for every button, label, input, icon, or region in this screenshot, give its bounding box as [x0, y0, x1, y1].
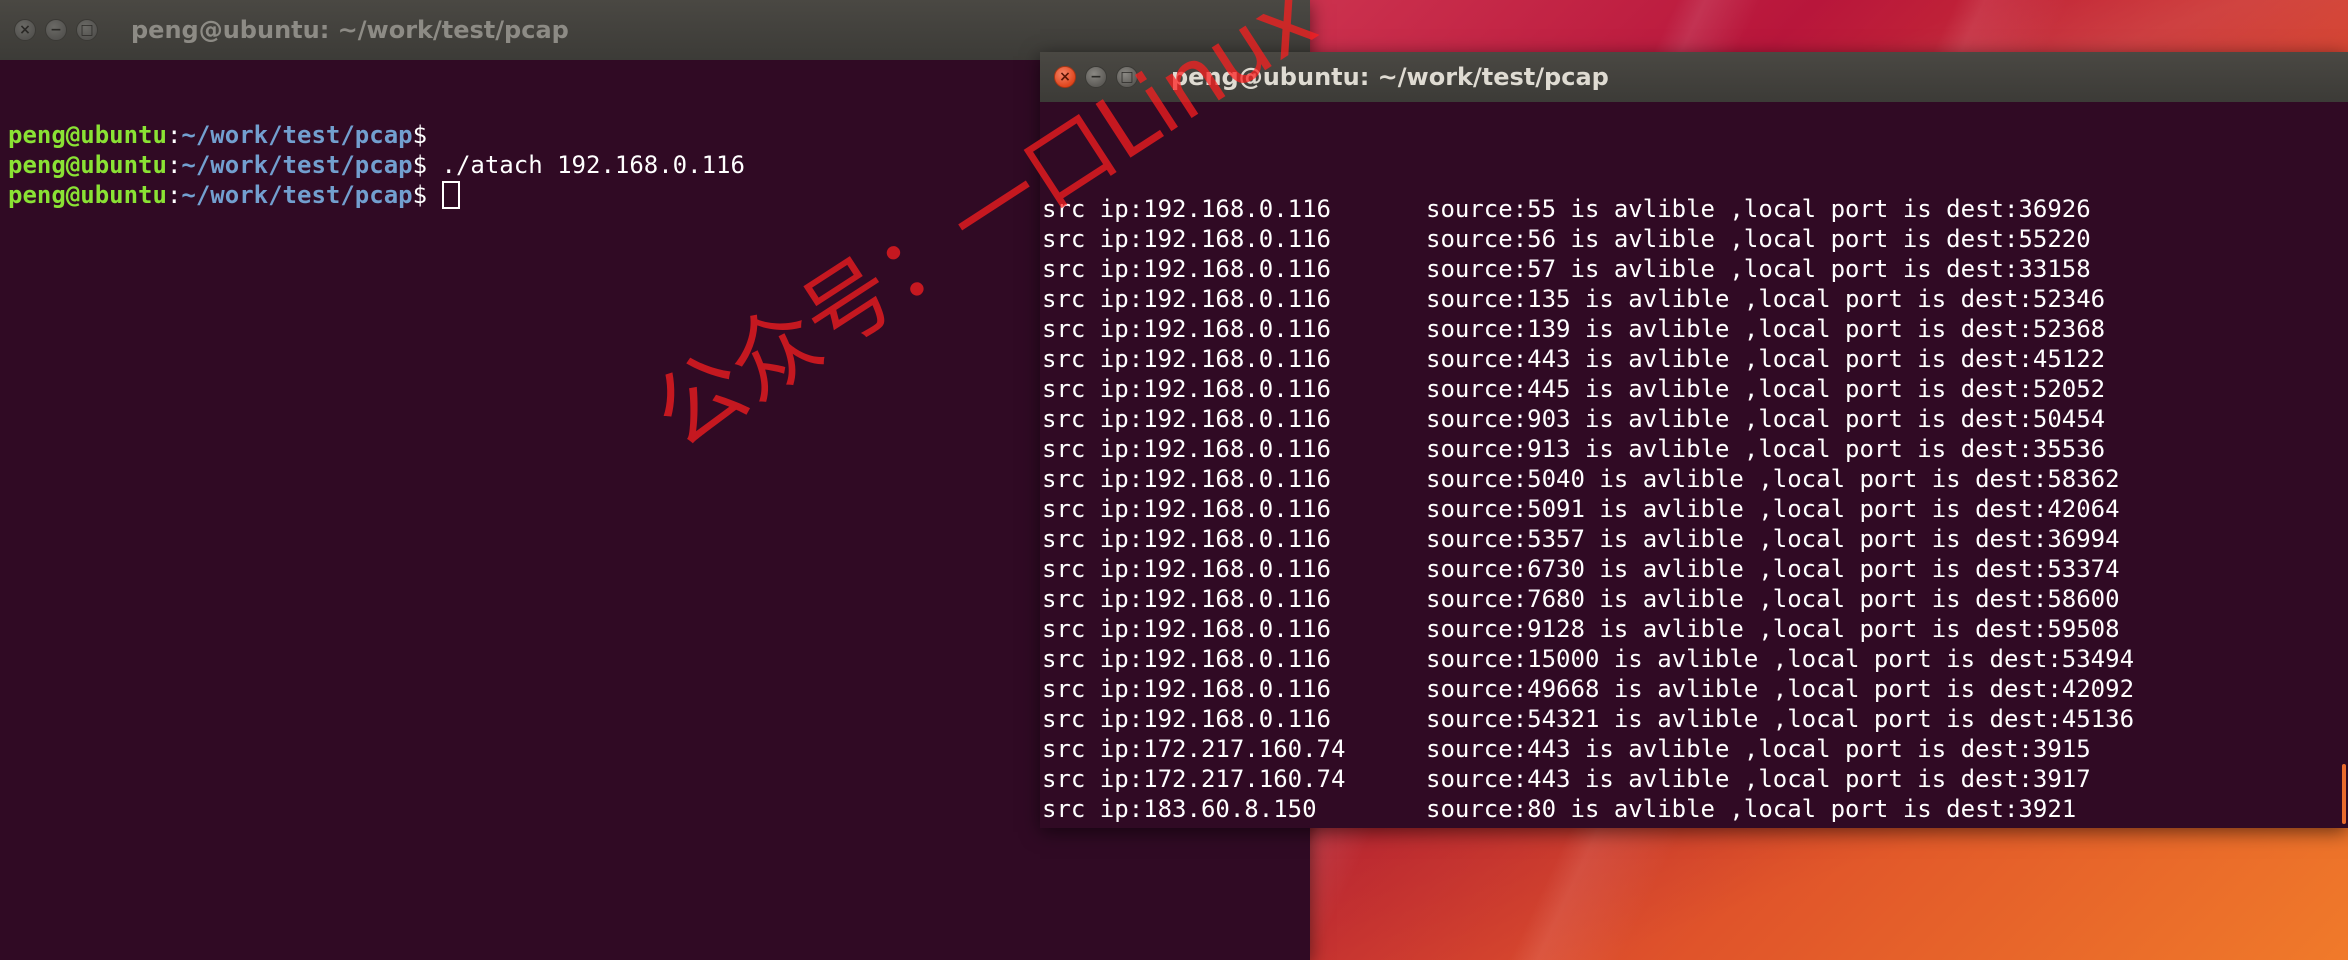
source-ip: src ip:192.168.0.116	[1042, 285, 1331, 313]
port-info: source:445 is avlible ,local port is des…	[1426, 375, 2106, 403]
window-title: peng@ubuntu: ~/work/test/pcap	[131, 16, 569, 44]
right-terminal-window[interactable]: × − □ peng@ubuntu: ~/work/test/pcap src …	[1040, 52, 2348, 828]
prompt-separator: :	[166, 121, 182, 149]
output-line: src ip:192.168.0.116 source:49668 is avli…	[1042, 674, 2348, 704]
source-ip: src ip:192.168.0.116	[1042, 705, 1331, 733]
port-info: source:913 is avlible ,local port is des…	[1426, 435, 2106, 463]
source-ip: src ip:192.168.0.116	[1042, 225, 1331, 253]
source-ip: src ip:192.168.0.116	[1042, 525, 1331, 553]
output-line: src ip:42.187.182.123source:80 is avlibl…	[1042, 824, 2348, 828]
port-info: source:9128 is avlible ,local port is de…	[1426, 615, 2120, 643]
output-line: src ip:172.217.160.74 source:443 is avlib…	[1042, 764, 2348, 794]
port-info: source:5091 is avlible ,local port is de…	[1426, 495, 2120, 523]
output-line: src ip:192.168.0.116 source:6730 is avlib…	[1042, 554, 2348, 584]
port-info: source:80 is avlible ,local port is dest…	[1426, 824, 2076, 828]
right-terminal-titlebar[interactable]: × − □ peng@ubuntu: ~/work/test/pcap	[1040, 52, 2348, 102]
port-info: source:443 is avlible ,local port is des…	[1426, 765, 2091, 793]
output-line: src ip:192.168.0.116 source:56 is avlible…	[1042, 224, 2348, 254]
window-title: peng@ubuntu: ~/work/test/pcap	[1171, 63, 1609, 91]
source-ip: src ip:192.168.0.116	[1042, 375, 1331, 403]
output-line: src ip:172.217.160.74 source:443 is avlib…	[1042, 734, 2348, 764]
output-line: src ip:192.168.0.116 source:7680 is avlib…	[1042, 584, 2348, 614]
source-ip: src ip:42.187.182.123	[1042, 824, 1426, 828]
source-ip: src ip:172.217.160.74	[1042, 765, 1346, 793]
scrollbar[interactable]	[2342, 764, 2346, 824]
port-info: source:139 is avlible ,local port is des…	[1426, 315, 2106, 343]
maximize-icon[interactable]: □	[76, 19, 98, 41]
output-line: src ip:192.168.0.116 source:9128 is avlib…	[1042, 614, 2348, 644]
port-info: source:54321 is avlible ,local port is d…	[1426, 705, 2135, 733]
source-ip: src ip:192.168.0.116	[1042, 465, 1331, 493]
left-terminal-titlebar[interactable]: × − □ peng@ubuntu: ~/work/test/pcap	[0, 0, 1310, 60]
output-line: src ip:192.168.0.116 source:5357 is avlib…	[1042, 524, 2348, 554]
source-ip: src ip:192.168.0.116	[1042, 555, 1331, 583]
prompt-symbol: $	[412, 121, 428, 149]
output-line: src ip:192.168.0.116 source:57 is avlible…	[1042, 254, 2348, 284]
prompt-symbol: $	[412, 181, 428, 209]
close-icon[interactable]: ×	[1054, 66, 1076, 88]
output-line: src ip:192.168.0.116 source:5040 is avlib…	[1042, 464, 2348, 494]
output-line: src ip:192.168.0.116 source:54321 is avli…	[1042, 704, 2348, 734]
prompt-user: peng@ubuntu	[8, 151, 167, 179]
minimize-icon[interactable]: −	[1085, 66, 1107, 88]
port-info: source:57 is avlible ,local port is dest…	[1426, 255, 2091, 283]
port-info: source:15000 is avlible ,local port is d…	[1426, 645, 2135, 673]
output-line: src ip:192.168.0.116 source:15000 is avli…	[1042, 644, 2348, 674]
output-line: src ip:192.168.0.116 source:445 is avlibl…	[1042, 374, 2348, 404]
text-cursor	[441, 181, 460, 209]
port-info: source:443 is avlible ,local port is des…	[1426, 735, 2091, 763]
source-ip: src ip:183.60.8.150	[1042, 795, 1317, 823]
port-info: source:5357 is avlible ,local port is de…	[1426, 525, 2120, 553]
output-line: src ip:192.168.0.116 source:55 is avlible…	[1042, 194, 2348, 224]
port-info: source:443 is avlible ,local port is des…	[1426, 345, 2106, 373]
port-info: source:5040 is avlible ,local port is de…	[1426, 465, 2120, 493]
port-info: source:55 is avlible ,local port is dest…	[1426, 195, 2091, 223]
prompt-path: ~/work/test/pcap	[181, 121, 413, 149]
prompt-path: ~/work/test/pcap	[181, 181, 413, 209]
output-line: src ip:192.168.0.116 source:443 is avlibl…	[1042, 344, 2348, 374]
source-ip: src ip:192.168.0.116	[1042, 195, 1331, 223]
output-line: src ip:192.168.0.116 source:5091 is avlib…	[1042, 494, 2348, 524]
right-terminal-output[interactable]: src ip:192.168.0.116 source:55 is avlible…	[1040, 134, 2348, 828]
command-text	[427, 180, 441, 210]
port-info: source:80 is avlible ,local port is dest…	[1426, 795, 2077, 823]
port-info: source:903 is avlible ,local port is des…	[1426, 405, 2106, 433]
output-line: src ip:192.168.0.116 source:139 is avlibl…	[1042, 314, 2348, 344]
source-ip: src ip:192.168.0.116	[1042, 345, 1331, 373]
close-icon[interactable]: ×	[14, 19, 36, 41]
prompt-symbol: $	[412, 151, 428, 179]
port-info: source:49668 is avlible ,local port is d…	[1426, 675, 2135, 703]
source-ip: src ip:192.168.0.116	[1042, 615, 1331, 643]
source-ip: src ip:192.168.0.116	[1042, 315, 1331, 343]
prompt-path: ~/work/test/pcap	[181, 151, 413, 179]
output-line: src ip:192.168.0.116 source:913 is avlibl…	[1042, 434, 2348, 464]
port-info: source:6730 is avlible ,local port is de…	[1426, 555, 2120, 583]
output-line: src ip:192.168.0.116 source:135 is avlibl…	[1042, 284, 2348, 314]
output-line: src ip:183.60.8.150 source:80 is avlible …	[1042, 794, 2348, 824]
minimize-icon[interactable]: −	[45, 19, 67, 41]
source-ip: src ip:172.217.160.74	[1042, 735, 1346, 763]
maximize-icon[interactable]: □	[1116, 66, 1138, 88]
command-text: ./atach 192.168.0.116	[427, 151, 745, 179]
source-ip: src ip:192.168.0.116	[1042, 585, 1331, 613]
source-ip: src ip:192.168.0.116	[1042, 405, 1331, 433]
port-info: source:135 is avlible ,local port is des…	[1426, 285, 2106, 313]
prompt-user: peng@ubuntu	[8, 181, 167, 209]
output-line: src ip:192.168.0.116 source:903 is avlibl…	[1042, 404, 2348, 434]
prompt-separator: :	[166, 151, 182, 179]
source-ip: src ip:192.168.0.116	[1042, 495, 1331, 523]
source-ip: src ip:192.168.0.116	[1042, 645, 1331, 673]
prompt-separator: :	[166, 181, 182, 209]
source-ip: src ip:192.168.0.116	[1042, 255, 1331, 283]
port-info: source:7680 is avlible ,local port is de…	[1426, 585, 2120, 613]
source-ip: src ip:192.168.0.116	[1042, 675, 1331, 703]
prompt-user: peng@ubuntu	[8, 121, 167, 149]
source-ip: src ip:192.168.0.116	[1042, 435, 1331, 463]
port-info: source:56 is avlible ,local port is dest…	[1426, 225, 2091, 253]
